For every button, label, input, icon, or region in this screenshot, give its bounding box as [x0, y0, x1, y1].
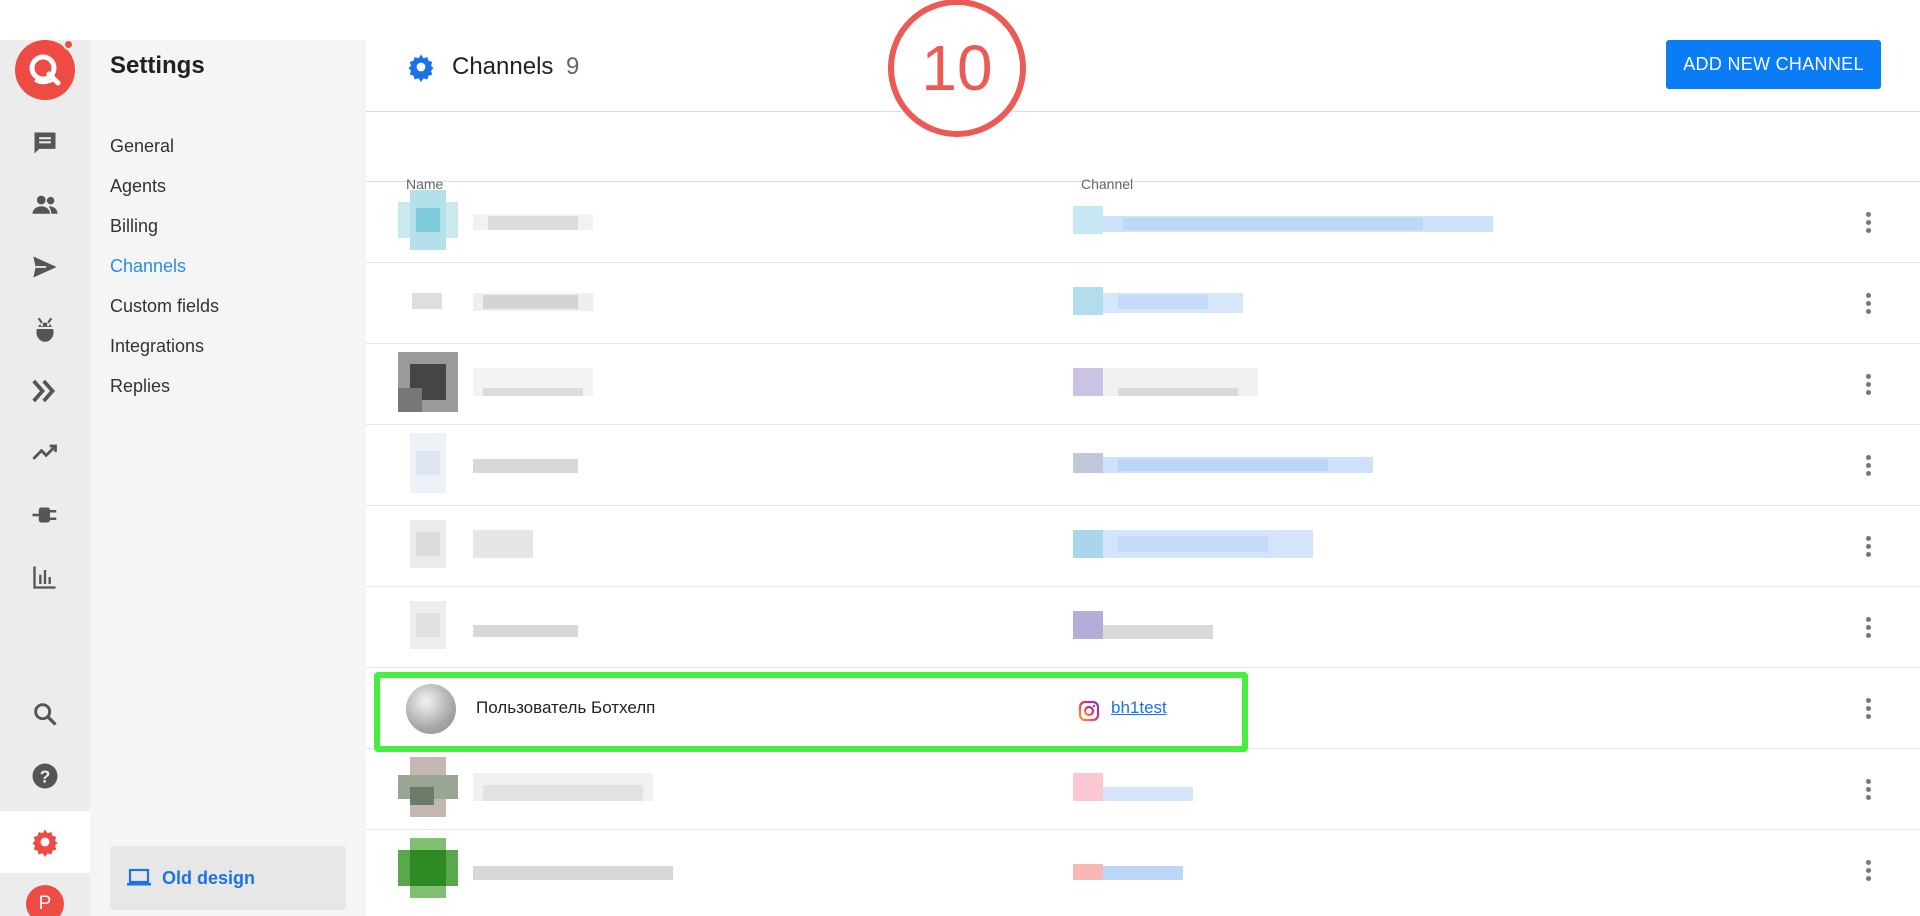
- pixelated-channel: [1073, 864, 1183, 880]
- settings-menu-general[interactable]: General: [110, 126, 219, 166]
- row-more-icon[interactable]: [1858, 615, 1878, 643]
- table-row[interactable]: [366, 749, 1920, 830]
- plug-icon[interactable]: [27, 497, 63, 533]
- table-row[interactable]: [366, 425, 1920, 506]
- pixelated-channel: [1073, 773, 1193, 801]
- pixelated-channel: [1073, 611, 1213, 639]
- row-more-icon[interactable]: [1858, 453, 1878, 481]
- step-marker: 10: [888, 0, 1026, 137]
- pixelated-avatar: [410, 601, 446, 649]
- bot-icon[interactable]: [27, 311, 63, 347]
- row-more-icon[interactable]: [1858, 534, 1878, 562]
- table-row[interactable]: [366, 587, 1920, 668]
- settings-title: Settings: [110, 52, 205, 79]
- pixelated-channel: [1073, 368, 1258, 396]
- pixelated-avatar: [398, 190, 458, 250]
- page-title: Channels: [452, 53, 554, 80]
- pixelated-avatar: [398, 352, 458, 412]
- pixelated-channel: [1073, 530, 1313, 558]
- pixelated-channel: [1073, 453, 1373, 473]
- app-logo-icon[interactable]: [15, 39, 75, 100]
- settings-menu-agents[interactable]: Agents: [110, 166, 219, 206]
- pixelated-channel: [1073, 287, 1243, 315]
- table-row[interactable]: [366, 344, 1920, 425]
- chat-icon[interactable]: [27, 125, 63, 161]
- pixelated-name: [473, 773, 653, 801]
- channels-count: 9: [566, 53, 580, 80]
- row-more-icon[interactable]: [1858, 210, 1878, 238]
- laptop-icon: [127, 868, 151, 886]
- settings-menu-channels[interactable]: Channels: [110, 246, 219, 286]
- pixelated-avatar: [398, 838, 458, 898]
- contacts-icon[interactable]: [27, 187, 63, 223]
- table-row[interactable]: [366, 263, 1920, 344]
- step-number: 10: [921, 32, 993, 104]
- help-icon[interactable]: ?: [27, 758, 63, 794]
- row-more-icon[interactable]: [1858, 858, 1878, 886]
- pixelated-name: [473, 625, 578, 637]
- trending-icon[interactable]: [27, 435, 63, 471]
- table-row[interactable]: [366, 182, 1920, 263]
- pixelated-name: [473, 368, 593, 396]
- pixelated-name: [473, 459, 578, 473]
- pixelated-avatar: [410, 520, 446, 568]
- table-row[interactable]: [366, 506, 1920, 587]
- pixelated-name: [473, 530, 533, 558]
- channels-header: Channels 9 ADD NEW CHANNEL: [366, 40, 1920, 112]
- pixelated-name: [473, 866, 673, 880]
- settings-menu-custom-fields[interactable]: Custom fields: [110, 286, 219, 326]
- old-design-label: Old design: [162, 867, 256, 888]
- settings-gear-icon[interactable]: [27, 824, 63, 860]
- settings-menu-billing[interactable]: Billing: [110, 206, 219, 246]
- table-header: Name Channel: [366, 112, 1920, 192]
- row-more-icon[interactable]: [1858, 696, 1878, 724]
- row-more-icon[interactable]: [1858, 372, 1878, 400]
- notification-dot: [63, 39, 74, 50]
- pixelated-avatar: [410, 433, 446, 493]
- pixelated-avatar: [398, 757, 458, 817]
- pixelated-name: [473, 293, 593, 311]
- channels-gear-icon: [408, 54, 434, 82]
- send-icon[interactable]: [27, 249, 63, 285]
- settings-sidebar: Settings General Agents Billing Channels…: [90, 40, 366, 916]
- settings-menu-replies[interactable]: Replies: [110, 366, 219, 406]
- pixelated-avatar: [412, 293, 442, 309]
- pixelated-channel: [1073, 206, 1493, 234]
- automation-icon[interactable]: [27, 373, 63, 409]
- analytics-icon[interactable]: [27, 559, 63, 595]
- channels-main: Channels 9 ADD NEW CHANNEL Name Channel: [366, 40, 1920, 916]
- svg-text:?: ?: [40, 766, 51, 786]
- old-design-button[interactable]: Old design: [110, 846, 346, 910]
- row-more-icon[interactable]: [1858, 777, 1878, 805]
- add-new-channel-button[interactable]: ADD NEW CHANNEL: [1666, 40, 1881, 89]
- search-icon[interactable]: [27, 696, 63, 732]
- settings-menu: General Agents Billing Channels Custom f…: [110, 126, 219, 406]
- settings-menu-integrations[interactable]: Integrations: [110, 326, 219, 366]
- pixelated-name: [473, 214, 593, 230]
- icon-rail: ? P: [0, 39, 90, 916]
- highlight-frame: [374, 672, 1248, 752]
- table-row[interactable]: [366, 830, 1920, 911]
- user-avatar[interactable]: P: [26, 885, 64, 916]
- row-more-icon[interactable]: [1858, 291, 1878, 319]
